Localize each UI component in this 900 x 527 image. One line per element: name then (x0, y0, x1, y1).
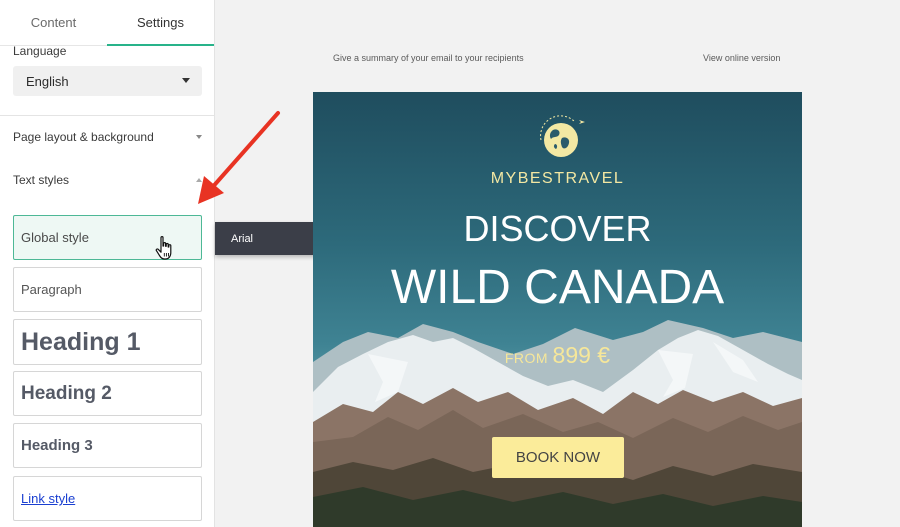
style-label: Paragraph (21, 282, 82, 297)
view-online-link[interactable]: View online version (703, 53, 780, 63)
style-label: Heading 2 (21, 382, 112, 404)
style-paragraph[interactable]: Paragraph (13, 267, 202, 312)
hand-pointer-icon (155, 236, 172, 260)
style-label: Heading 3 (21, 437, 93, 454)
style-heading-2[interactable]: Heading 2 (13, 371, 202, 416)
book-now-button[interactable]: BOOK NOW (492, 437, 624, 478)
section-text-styles[interactable]: Text styles (13, 170, 202, 190)
tab-content[interactable]: Content (0, 0, 107, 45)
style-label: Link style (21, 491, 76, 506)
style-heading-3[interactable]: Heading 3 (13, 423, 202, 468)
style-label: Global style (21, 230, 89, 245)
language-label: Language (13, 44, 67, 58)
globe-logo-icon (540, 115, 585, 157)
chevron-down-icon (182, 78, 190, 83)
style-heading-1[interactable]: Heading 1 (13, 319, 202, 365)
divider (0, 115, 214, 116)
hero-headline-line2: WILD CANADA (390, 261, 725, 314)
tab-settings[interactable]: Settings (107, 0, 214, 46)
hero-price: FROM 899 € (313, 342, 802, 369)
language-value: English (26, 73, 69, 89)
price-amount: 899 € (552, 342, 611, 368)
section-label: Text styles (13, 173, 70, 187)
panel-tabs: Content Settings (0, 0, 214, 46)
style-link[interactable]: Link style (13, 476, 202, 521)
price-prefix: FROM (504, 350, 549, 366)
language-select[interactable]: English (13, 66, 202, 96)
section-label: Page layout & background (13, 130, 154, 144)
email-hero: MYBESTRAVEL DISCOVER WILD CANADA FROM 89… (313, 92, 802, 527)
annotation-arrow-icon (198, 111, 280, 204)
style-label: Heading 1 (21, 327, 141, 356)
email-preheader: Give a summary of your email to your rec… (333, 53, 524, 63)
settings-panel: Content Settings Language English Page l… (0, 0, 215, 527)
section-page-layout[interactable]: Page layout & background (13, 127, 202, 147)
font-family-value: Arial (231, 232, 254, 245)
hero-headline-line1: DISCOVER (463, 208, 652, 249)
brand-name: MYBESTRAVEL (490, 170, 625, 187)
